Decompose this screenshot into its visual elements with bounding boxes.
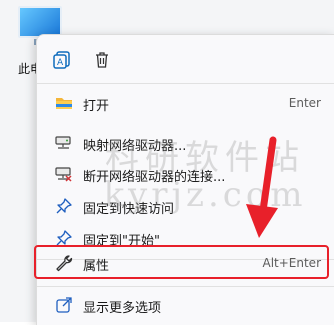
separator [37,83,334,84]
menu-item-shortcut: Enter [288,96,321,110]
pin-icon [56,198,72,214]
copy-icon: A [53,51,70,69]
separator [37,286,334,287]
menu-item-label: 固定到快速访问 [83,202,175,217]
delete-button[interactable] [90,48,114,72]
context-menu: A 打开 Enter 映射网络驱动器... 断开网络驱动器的连接... 固定到快… [36,34,334,325]
pin-icon [56,230,72,246]
folder-icon [56,98,72,109]
menu-item-label: 打开 [83,99,110,114]
quick-actions-row: A [37,35,334,83]
menu-item-properties[interactable]: 属性 Alt+Enter [41,247,331,279]
menu-item-show-more-options[interactable]: 显示更多选项 [41,289,331,321]
menu-item-label: 断开网络驱动器的连接... [83,170,226,185]
copy-text-button[interactable]: A [50,48,74,72]
menu-item-disconnect-network-drive[interactable]: 断开网络驱动器的连接... [41,158,331,190]
menu-item-pin-quick-access[interactable]: 固定到快速访问 [41,190,331,222]
disconnect-network-drive-icon [55,167,72,182]
share-icon [56,297,72,313]
wrench-icon [56,255,73,272]
map-network-drive-icon [55,136,71,149]
trash-icon [96,52,108,68]
svg-text:A: A [57,58,64,68]
menu-item-open[interactable]: 打开 Enter [41,87,331,119]
menu-item-label: 映射网络驱动器... [83,139,187,154]
menu-item-map-network-drive[interactable]: 映射网络驱动器... [41,127,331,159]
menu-item-label: 属性 [83,259,110,274]
menu-item-label: 显示更多选项 [83,301,162,316]
menu-item-shortcut: Alt+Enter [262,256,321,270]
